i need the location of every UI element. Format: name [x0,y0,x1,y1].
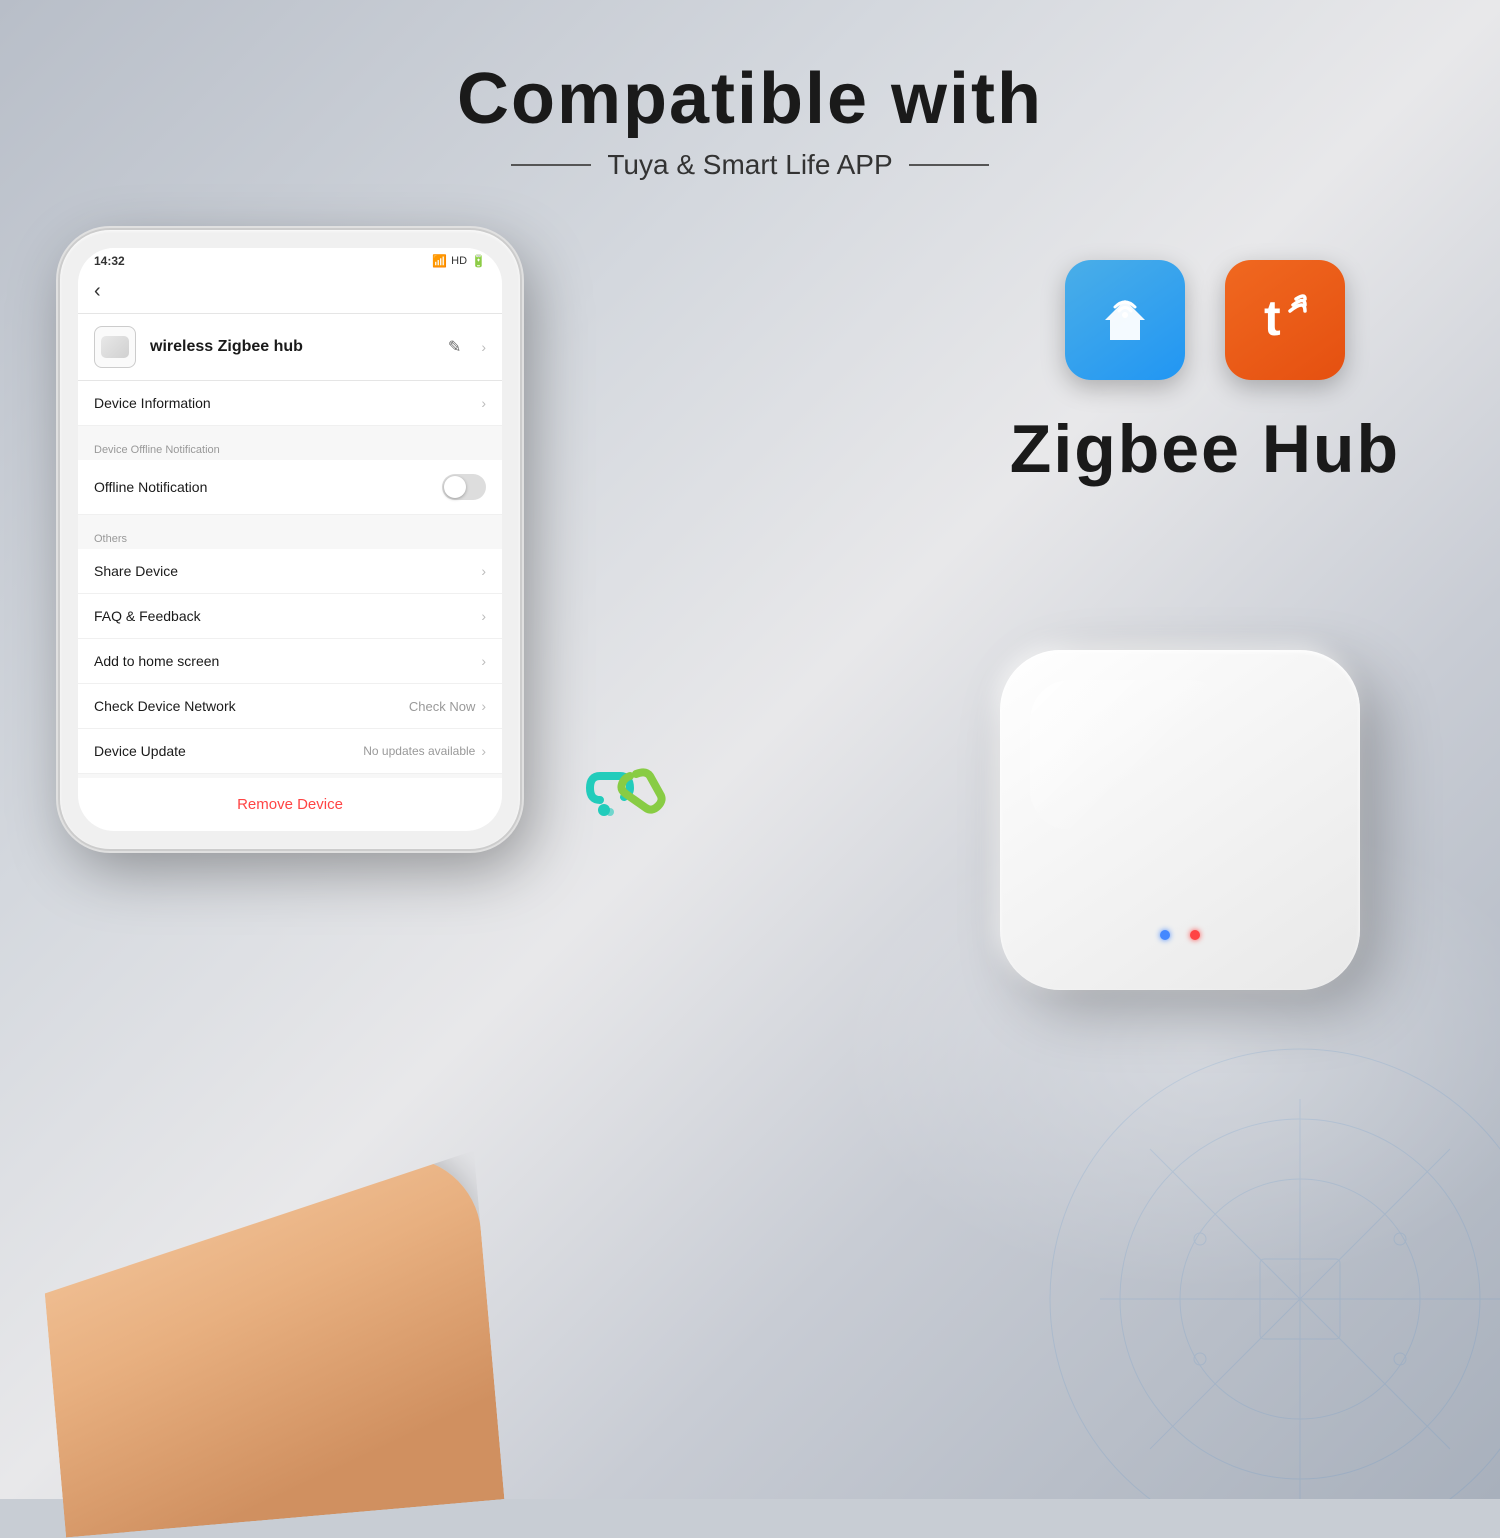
hub-sheen [1030,680,1230,830]
device-update-item[interactable]: Device Update No updates available › [78,729,502,774]
device-icon-inner [101,336,129,358]
offline-notification-item: Offline Notification [78,460,502,515]
no-updates-label: No updates available [363,744,475,758]
offline-section-header: Device Offline Notification [78,436,502,460]
add-home-screen-item[interactable]: Add to home screen › [78,639,502,684]
device-name: wireless Zigbee hub [150,338,434,356]
device-information-label: Device Information [94,395,211,411]
update-chevron: › [481,743,486,759]
back-button[interactable]: ‹ [94,280,101,303]
spacer-1 [78,426,502,436]
status-right: 📶 HD 🔋 [432,254,486,268]
share-device-label: Share Device [94,563,178,579]
add-home-screen-label: Add to home screen [94,653,219,669]
header: Compatible with Tuya & Smart Life APP [0,60,1500,181]
main-title: Compatible with [0,60,1500,139]
hub-leds [1160,930,1200,940]
check-network-label: Check Device Network [94,698,236,714]
device-info-chevron: › [481,395,486,411]
app-navbar: ‹ [78,272,502,314]
link-icon [580,750,680,820]
phone-screen: 14:32 📶 HD 🔋 ‹ wireless Zigbee hub [78,248,502,831]
spacer-2 [78,515,502,525]
toggle-knob [444,476,466,498]
device-chevron: › [481,339,486,355]
share-device-chevron: › [481,563,486,579]
phone-body: 14:32 📶 HD 🔋 ‹ wireless Zigbee hub [60,230,520,849]
svg-text:t: t [1264,290,1281,346]
share-device-item[interactable]: Share Device › [78,549,502,594]
tuya-svg: t [1250,285,1320,355]
signal-icon: 📶 [432,254,447,268]
check-now-chevron: › [481,698,486,714]
phone-mockup: 14:32 📶 HD 🔋 ‹ wireless Zigbee hub [60,230,520,849]
device-information-item[interactable]: Device Information › [78,381,502,426]
faq-feedback-item[interactable]: FAQ & Feedback › [78,594,502,639]
check-now-label: Check Now [409,699,475,714]
app-icons-row: t [1065,260,1345,380]
network-label: HD [451,255,467,267]
status-time: 14:32 [94,254,125,268]
remove-device-button[interactable]: Remove Device [78,778,502,831]
offline-toggle[interactable] [442,474,486,500]
others-section-header: Others [78,525,502,549]
device-update-label: Device Update [94,743,186,759]
faq-chevron: › [481,608,486,624]
subtitle: Tuya & Smart Life APP [0,149,1500,181]
check-network-item[interactable]: Check Device Network Check Now › [78,684,502,729]
device-icon [94,326,136,368]
smart-life-svg [1090,285,1160,355]
status-bar: 14:32 📶 HD 🔋 [78,248,502,272]
add-home-chevron: › [481,653,486,669]
smart-life-icon [1065,260,1185,380]
tuya-icon: t [1225,260,1345,380]
device-header: wireless Zigbee hub ✎ › [78,314,502,381]
hub-body [1000,650,1360,990]
right-section: t Zigbee Hub [1010,260,1400,488]
faq-feedback-label: FAQ & Feedback [94,608,201,624]
battery-icon: 🔋 [471,254,486,268]
hub-led-blue [1160,930,1170,940]
brand-label: Zigbee Hub [1010,410,1400,488]
hub-led-red [1190,930,1200,940]
offline-notification-label: Offline Notification [94,479,207,495]
zigbee-hub-device [1000,650,1420,1030]
edit-icon[interactable]: ✎ [448,337,461,357]
